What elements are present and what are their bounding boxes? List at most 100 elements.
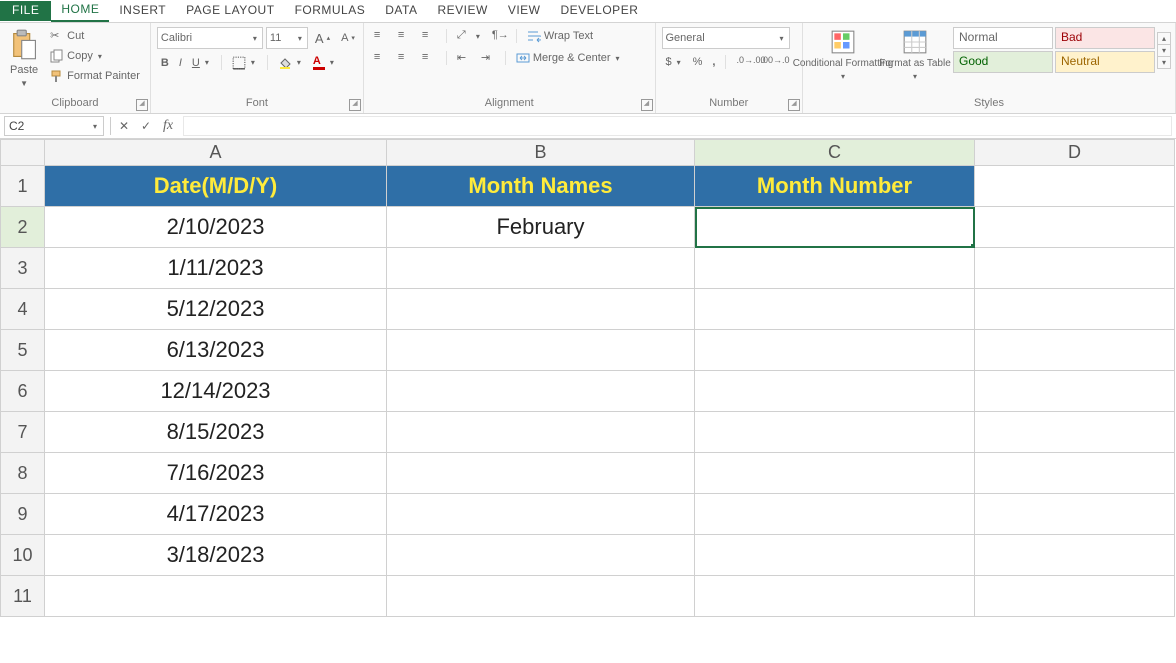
style-neutral[interactable]: Neutral [1055,51,1155,73]
cell-D6[interactable] [975,371,1175,412]
gallery-up-icon[interactable]: ▴ [1158,33,1170,45]
cell-D2[interactable] [975,207,1175,248]
align-middle-button[interactable]: ≡ [394,27,416,45]
tab-view[interactable]: VIEW [498,1,551,21]
row-header-2[interactable]: 2 [1,207,45,248]
cell-A10[interactable]: 3/18/2023 [45,535,387,576]
decrease-decimal-button[interactable]: .00→.0 [756,53,778,71]
cell-C7[interactable] [695,412,975,453]
comma-button[interactable]: , [708,54,719,70]
align-center-button[interactable]: ≡ [394,49,416,67]
cell-D4[interactable] [975,289,1175,330]
bold-button[interactable]: B [157,55,173,71]
cell-A1[interactable]: Date(M/D/Y) [45,166,387,207]
cell-B3[interactable] [387,248,695,289]
cell-D8[interactable] [975,453,1175,494]
underline-button[interactable]: U▾ [188,55,215,71]
tab-formulas[interactable]: FORMULAS [285,1,376,21]
paste-button[interactable]: Paste ▼ [6,27,42,90]
cell-A5[interactable]: 6/13/2023 [45,330,387,371]
row-header-5[interactable]: 5 [1,330,45,371]
col-header-D[interactable]: D [975,140,1175,166]
confirm-formula-button[interactable]: ✓ [135,119,157,133]
cell-B8[interactable] [387,453,695,494]
tab-file[interactable]: FILE [0,1,51,21]
shrink-font-button[interactable]: A▾ [337,30,359,46]
cell-B7[interactable] [387,412,695,453]
row-header-4[interactable]: 4 [1,289,45,330]
style-bad[interactable]: Bad [1055,27,1155,49]
cell-B2[interactable]: February [387,207,695,248]
cell-D7[interactable] [975,412,1175,453]
borders-button[interactable]: ▾ [228,54,261,72]
increase-indent-button[interactable]: ⇥ [477,49,499,67]
accounting-button[interactable]: $▾ [662,54,687,70]
format-as-table-button[interactable]: Format as Table ▾ [883,27,947,83]
cell-B6[interactable] [387,371,695,412]
increase-decimal-button[interactable]: .0→.00 [732,53,754,71]
cell-C1[interactable]: Month Number [695,166,975,207]
cell-D10[interactable] [975,535,1175,576]
cell-A4[interactable]: 5/12/2023 [45,289,387,330]
row-header-3[interactable]: 3 [1,248,45,289]
cell-B11[interactable] [387,576,695,617]
cell-C2[interactable] [695,207,975,248]
cell-A2[interactable]: 2/10/2023 [45,207,387,248]
wrap-text-button[interactable]: Wrap Text [523,27,597,45]
formula-input[interactable] [183,116,1172,136]
cell-A11[interactable] [45,576,387,617]
cell-C9[interactable] [695,494,975,535]
merge-center-button[interactable]: Merge & Center ▾ [512,49,626,67]
cell-C11[interactable] [695,576,975,617]
grow-font-button[interactable]: A▴ [311,29,334,48]
style-normal[interactable]: Normal [953,27,1053,49]
decrease-indent-button[interactable]: ⇤ [453,49,475,67]
row-header-9[interactable]: 9 [1,494,45,535]
row-header-10[interactable]: 10 [1,535,45,576]
tab-data[interactable]: DATA [375,1,427,21]
cell-C5[interactable] [695,330,975,371]
cell-D11[interactable] [975,576,1175,617]
cell-A7[interactable]: 8/15/2023 [45,412,387,453]
cell-C8[interactable] [695,453,975,494]
dialog-launcher-icon[interactable]: ◢ [788,99,800,111]
align-right-button[interactable]: ≡ [418,49,440,67]
align-bottom-button[interactable]: ≡ [418,27,440,45]
cell-D3[interactable] [975,248,1175,289]
row-header-7[interactable]: 7 [1,412,45,453]
tab-home[interactable]: HOME [51,0,109,22]
cell-C3[interactable] [695,248,975,289]
font-size-select[interactable]: 11 ▾ [266,27,308,49]
cell-B5[interactable] [387,330,695,371]
align-left-button[interactable]: ≡ [370,49,392,67]
dialog-launcher-icon[interactable]: ◢ [641,99,653,111]
cell-D9[interactable] [975,494,1175,535]
cut-button[interactable]: ✂ Cut [46,27,144,45]
col-header-A[interactable]: A [45,140,387,166]
number-format-select[interactable]: General ▾ [662,27,790,49]
tab-developer[interactable]: DEVELOPER [551,1,649,21]
dialog-launcher-icon[interactable]: ◢ [136,99,148,111]
ltr-button[interactable]: ¶→ [488,27,510,45]
dialog-launcher-icon[interactable]: ◢ [349,99,361,111]
cell-B9[interactable] [387,494,695,535]
format-painter-button[interactable]: Format Painter [46,67,144,85]
gallery-down-icon[interactable]: ▾ [1158,45,1170,57]
cell-C10[interactable] [695,535,975,576]
tab-review[interactable]: REVIEW [427,1,497,21]
row-header-11[interactable]: 11 [1,576,45,617]
col-header-B[interactable]: B [387,140,695,166]
col-header-C[interactable]: C [695,140,975,166]
tab-page-layout[interactable]: PAGE LAYOUT [176,1,284,21]
orientation-button[interactable]: ⤢▾ [453,27,486,45]
cell-styles-gallery[interactable]: Normal Bad Good Neutral [953,27,1155,73]
percent-button[interactable]: % [689,54,707,70]
cell-A9[interactable]: 4/17/2023 [45,494,387,535]
align-top-button[interactable]: ≡ [370,27,392,45]
gallery-more-icon[interactable]: ▾ [1158,57,1170,68]
row-header-1[interactable]: 1 [1,166,45,207]
cell-B10[interactable] [387,535,695,576]
cell-B4[interactable] [387,289,695,330]
cell-D5[interactable] [975,330,1175,371]
row-header-6[interactable]: 6 [1,371,45,412]
